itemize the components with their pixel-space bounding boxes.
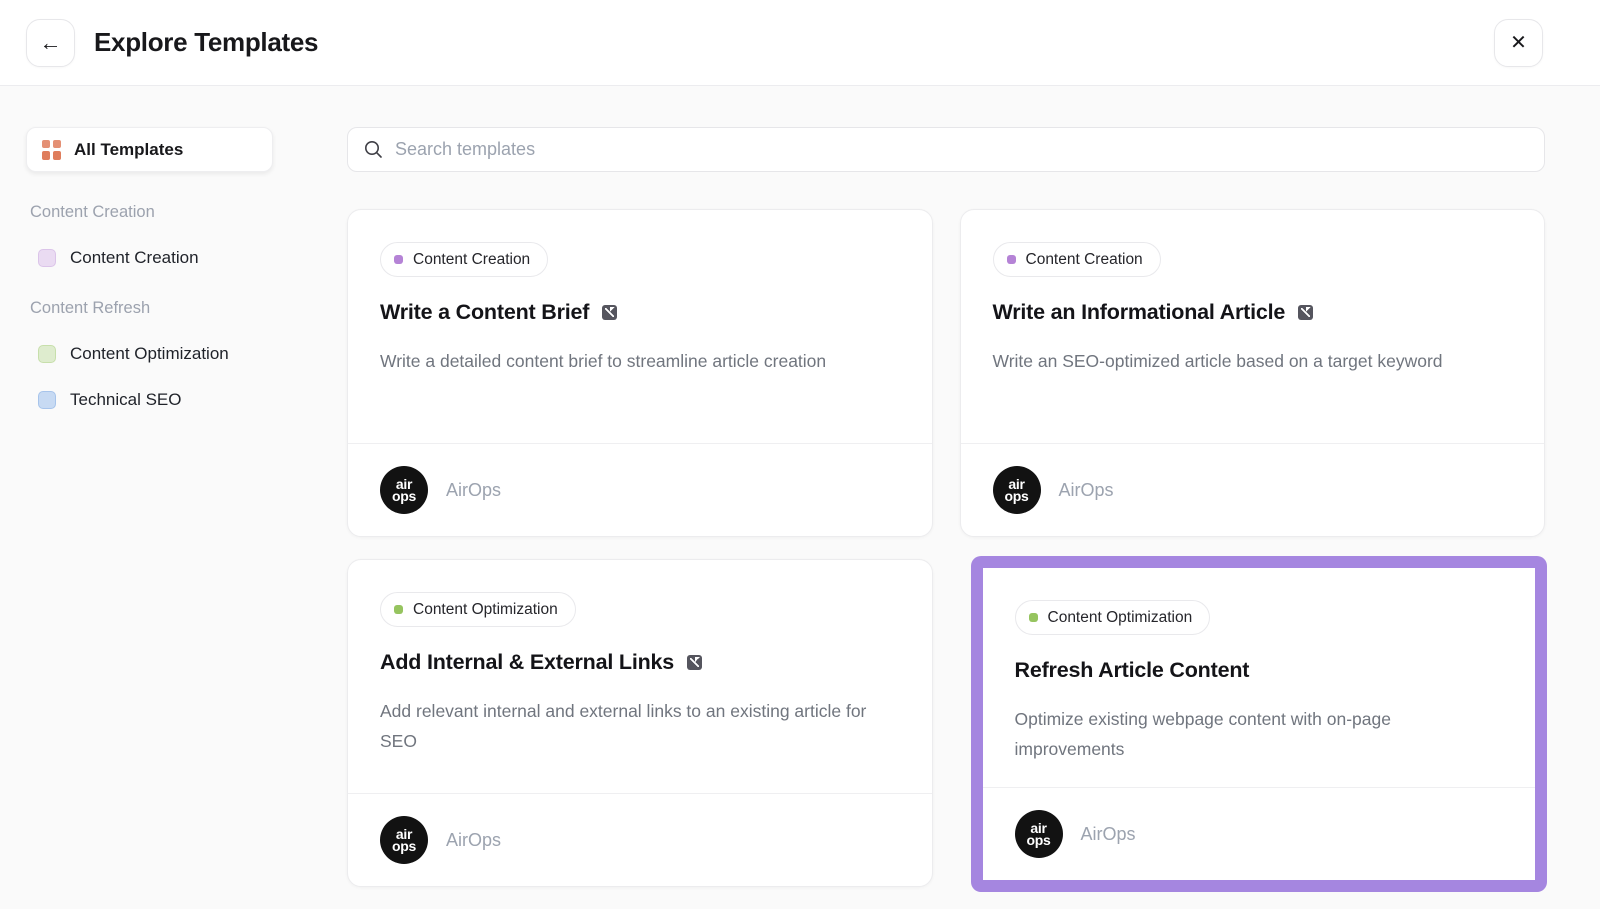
category-badge: Content Creation (380, 242, 548, 277)
sidebar-group: Content Creation Content Creation (26, 203, 273, 268)
template-card[interactable]: Content Optimization Add Internal & Exte… (347, 559, 933, 887)
template-description: Add relevant internal and external links… (380, 696, 880, 756)
sidebar-item-label: Content Optimization (70, 344, 229, 364)
sidebar-item-label: Technical SEO (70, 390, 182, 410)
card-body: Content Optimization Refresh Article Con… (983, 568, 1536, 787)
category-badge: Content Optimization (1015, 600, 1211, 635)
all-templates-label: All Templates (74, 140, 183, 160)
search-input[interactable] (395, 139, 1528, 160)
sidebar-item[interactable]: Technical SEO (38, 390, 273, 410)
category-chip-icon (38, 249, 56, 267)
category-dot-icon (1029, 613, 1038, 622)
category-sidebar: All Templates Content Creation Content C… (26, 127, 273, 887)
template-grid: Content Creation Write a Content Brief W… (347, 209, 1545, 887)
template-description: Write an SEO-optimized article based on … (993, 346, 1493, 376)
template-card[interactable]: Content Creation Write a Content Brief W… (347, 209, 933, 537)
airops-logo: airops (380, 466, 428, 514)
category-badge-label: Content Optimization (1048, 609, 1193, 627)
template-description: Optimize existing webpage content with o… (1015, 704, 1504, 764)
sidebar-group-header: Content Creation (30, 203, 273, 222)
sidebar-item-label: Content Creation (70, 248, 199, 268)
sidebar-group-header: Content Refresh (30, 299, 273, 318)
templates-main: Content Creation Write a Content Brief W… (347, 127, 1545, 887)
close-button[interactable]: ✕ (1494, 19, 1543, 67)
template-author: AirOps (446, 480, 501, 501)
template-title: Refresh Article Content (1015, 658, 1250, 683)
sidebar-group: Content Refresh Content Optimization Tec… (26, 299, 273, 410)
card-footer: airops AirOps (348, 443, 932, 536)
template-card[interactable]: Content Creation Write an Informational … (960, 209, 1546, 537)
template-title: Add Internal & External Links (380, 650, 674, 675)
template-title: Write a Content Brief (380, 300, 589, 325)
category-badge: Content Creation (993, 242, 1161, 277)
sidebar-groups: Content Creation Content Creation Conten… (26, 203, 273, 410)
category-badge: Content Optimization (380, 592, 576, 627)
page-title: Explore Templates (94, 27, 318, 58)
card-body: Content Creation Write a Content Brief W… (348, 210, 932, 443)
card-footer: airops AirOps (348, 793, 932, 886)
close-icon: ✕ (1510, 30, 1527, 55)
external-link-icon[interactable] (602, 305, 617, 320)
category-chip-icon (38, 391, 56, 409)
back-button[interactable]: ← (26, 19, 75, 67)
modal-header: ← Explore Templates ✕ (0, 0, 1600, 86)
external-link-icon[interactable] (687, 655, 702, 670)
airops-logo: airops (993, 466, 1041, 514)
template-description: Write a detailed content brief to stream… (380, 346, 880, 376)
search-icon (364, 140, 383, 159)
template-card[interactable]: Content Optimization Refresh Article Con… (971, 556, 1548, 892)
card-body: Content Optimization Add Internal & Exte… (348, 560, 932, 793)
template-title: Write an Informational Article (993, 300, 1286, 325)
template-author: AirOps (446, 830, 501, 851)
content-area: All Templates Content Creation Content C… (0, 86, 1600, 887)
category-dot-icon (394, 605, 403, 614)
card-body: Content Creation Write an Informational … (961, 210, 1545, 443)
category-badge-label: Content Creation (1026, 251, 1143, 269)
search-bar[interactable] (347, 127, 1545, 172)
category-dot-icon (394, 255, 403, 264)
airops-logo: airops (380, 816, 428, 864)
category-dot-icon (1007, 255, 1016, 264)
category-badge-label: Content Optimization (413, 601, 558, 619)
template-author: AirOps (1059, 480, 1114, 501)
external-link-icon[interactable] (1298, 305, 1313, 320)
card-footer: airops AirOps (961, 443, 1545, 536)
template-author: AirOps (1081, 824, 1136, 845)
arrow-left-icon: ← (40, 30, 62, 56)
sidebar-item[interactable]: Content Optimization (38, 344, 273, 364)
card-footer: airops AirOps (983, 787, 1536, 880)
sidebar-item[interactable]: Content Creation (38, 248, 273, 268)
category-chip-icon (38, 345, 56, 363)
grid-icon (42, 140, 61, 160)
sidebar-item-all-templates[interactable]: All Templates (26, 127, 273, 172)
category-badge-label: Content Creation (413, 251, 530, 269)
airops-logo: airops (1015, 810, 1063, 858)
